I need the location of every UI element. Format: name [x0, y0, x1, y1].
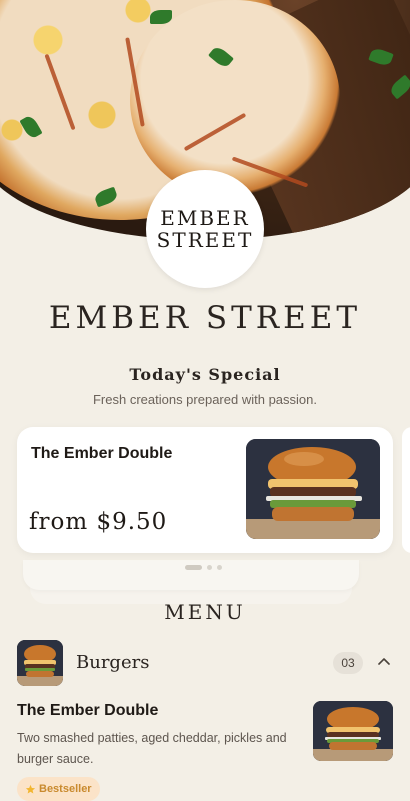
carousel-dot-2[interactable]	[207, 565, 212, 570]
logo-line-1: EMBER	[160, 206, 250, 230]
brand-logo: EMBER STREET	[146, 170, 264, 288]
category-name: Burgers	[76, 652, 150, 673]
star-icon	[25, 784, 36, 794]
carousel-indicator	[185, 565, 222, 570]
section-title-special: Today's Special	[129, 365, 281, 384]
special-card[interactable]: The Ember Double from $9.50	[17, 427, 393, 553]
menu-item-description: Two smashed patties, aged cheddar, pickl…	[17, 731, 287, 766]
chevron-up-icon[interactable]	[375, 653, 393, 671]
special-card-name: The Ember Double	[31, 445, 173, 462]
bestseller-badge: Bestseller	[17, 777, 100, 801]
logo-line-2: STREET	[156, 228, 254, 252]
section-subtitle-special: Fresh creations prepared with passion.	[92, 392, 317, 407]
menu-item-name[interactable]: The Ember Double	[17, 702, 158, 720]
category-count-badge: 03	[333, 652, 363, 674]
badge-label: Bestseller	[39, 783, 92, 795]
carousel-dot-3[interactable]	[217, 565, 222, 570]
menu-title: MENU	[164, 600, 246, 624]
special-card-price: from $9.50	[29, 509, 168, 535]
next-card-peek[interactable]	[402, 427, 410, 553]
carousel-dot-1[interactable]	[185, 565, 202, 570]
brand-title: EMBER STREET	[48, 300, 362, 336]
category-thumbnail	[17, 640, 63, 686]
category-row-burgers[interactable]: Burgers 03	[17, 640, 393, 686]
menu-item-image[interactable]	[313, 701, 393, 761]
special-card-image	[246, 439, 380, 539]
